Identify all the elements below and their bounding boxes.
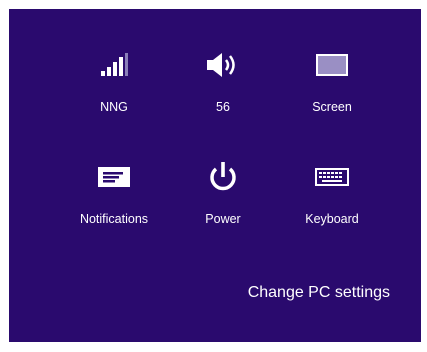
screen-label: Screen [312, 100, 352, 114]
keyboard-tile[interactable]: Keyboard [282, 159, 382, 239]
network-tile[interactable]: NNG [64, 47, 164, 127]
notifications-icon [94, 159, 134, 195]
signal-bars-icon [94, 47, 134, 83]
volume-tile[interactable]: 56 [173, 47, 273, 127]
volume-label: 56 [216, 100, 230, 114]
power-icon [203, 159, 243, 195]
volume-icon [203, 47, 243, 83]
power-tile[interactable]: Power [173, 159, 273, 239]
power-label: Power [205, 212, 241, 226]
keyboard-label: Keyboard [305, 212, 359, 226]
screen-tile[interactable]: Screen [282, 47, 382, 127]
notifications-label: Notifications [79, 212, 149, 226]
change-pc-settings-link[interactable]: Change PC settings [248, 284, 390, 302]
notifications-tile[interactable]: Notifications [64, 159, 164, 239]
settings-panel: NNG 56 Screen Notifications Power Keyboa… [9, 9, 421, 342]
network-label: NNG [100, 100, 128, 114]
keyboard-icon [312, 159, 352, 195]
screen-icon [312, 47, 352, 83]
